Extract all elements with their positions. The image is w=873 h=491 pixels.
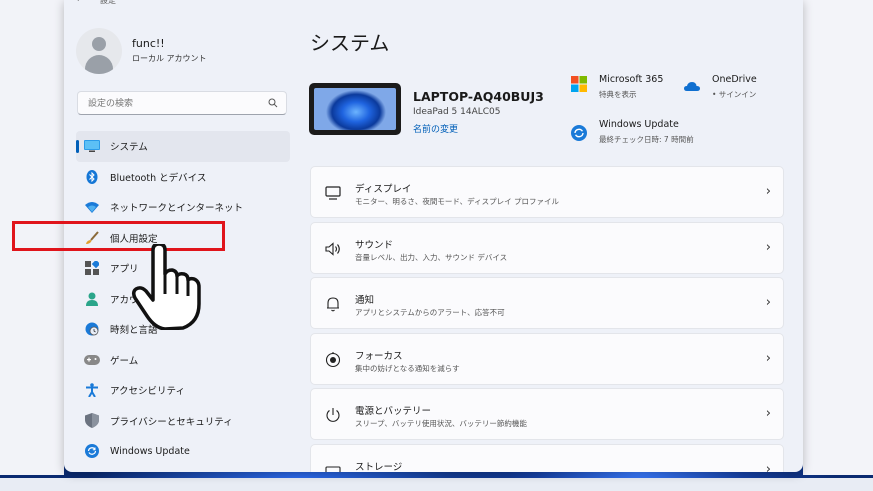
sidebar-item-windows-update[interactable]: Windows Update <box>76 436 290 467</box>
card-title: サウンド <box>355 239 394 251</box>
focus-icon <box>325 351 341 367</box>
card-display[interactable]: ディスプレイ モニター、明るさ、夜間モード、ディスプレイ プロファイル › <box>310 166 784 218</box>
quick-link-title: Windows Update <box>599 119 679 130</box>
card-focus[interactable]: フォーカス 集中の妨げとなる通知を減らす › <box>310 332 784 385</box>
window-title: 設定 <box>100 0 116 5</box>
sidebar-item-gaming[interactable]: ゲーム <box>76 345 290 376</box>
pointing-hand-icon <box>131 244 201 330</box>
chevron-right-icon: › <box>765 406 771 421</box>
display-icon <box>325 186 341 200</box>
device-thumbnail <box>309 83 401 135</box>
sidebar-item-label: ゲーム <box>110 355 139 367</box>
sidebar-item-label: アクセシビリティ <box>110 386 185 398</box>
sidebar-item-privacy[interactable]: プライバシーとセキュリティ <box>76 406 290 437</box>
avatar-head <box>92 37 106 51</box>
microsoft-logo-icon <box>571 76 587 92</box>
quick-link-onedrive[interactable]: OneDrive • サインイン <box>684 74 784 102</box>
accessibility-icon <box>84 382 100 398</box>
card-title: ディスプレイ <box>355 184 412 195</box>
card-subtitle: モニター、明るさ、夜間モード、ディスプレイ プロファイル <box>355 197 559 206</box>
search-icon[interactable] <box>268 98 278 108</box>
card-subtitle: 音量レベル、出力、入力、サウンド デバイス <box>355 252 508 262</box>
avatar-body <box>85 55 113 74</box>
storage-icon <box>325 465 341 472</box>
sidebar-item-system[interactable]: システム <box>76 131 290 162</box>
quick-link-subtitle: 特典を表示 <box>599 90 637 99</box>
speaker-icon <box>325 241 340 256</box>
quick-link-microsoft365[interactable]: Microsoft 365 特典を表示 <box>571 74 671 102</box>
title-bar: ← 設定 <box>64 0 803 10</box>
chevron-right-icon: › <box>765 295 771 310</box>
globe-clock-icon <box>84 321 100 337</box>
card-sound[interactable]: サウンド 音量レベル、出力、入力、サウンド デバイス › <box>310 221 784 274</box>
rename-link[interactable]: 名前の変更 <box>413 122 458 135</box>
card-title: 通知 <box>355 295 375 306</box>
quick-link-windows-update[interactable]: Windows Update 最終チェック日時: 7 時間前 <box>571 119 751 147</box>
bluetooth-icon <box>84 169 100 185</box>
chevron-right-icon: › <box>765 239 771 255</box>
card-power-battery[interactable]: 電源とバッテリー スリープ、バッテリ使用状況、バッテリー節約機能 › <box>310 388 784 440</box>
onedrive-cloud-icon <box>684 82 700 91</box>
device-wallpaper-preview <box>314 88 396 130</box>
background-window-right <box>803 0 873 475</box>
quick-link-subtitle: • サインイン <box>712 90 757 99</box>
device-model: IdeaPad 5 14ALC05 <box>413 107 501 117</box>
sidebar-item-label: プライバシーとセキュリティ <box>110 416 233 428</box>
taskbar[interactable] <box>0 478 873 491</box>
search-box[interactable] <box>77 91 287 115</box>
card-storage[interactable]: ストレージ › <box>310 443 784 473</box>
avatar[interactable] <box>76 28 122 74</box>
card-title: ストレージ <box>355 461 403 473</box>
sidebar-item-network[interactable]: ネットワークとインターネット <box>76 192 290 223</box>
card-subtitle: 集中の妨げとなる通知を減らす <box>355 363 460 373</box>
accounts-icon <box>84 291 100 307</box>
update-icon <box>571 125 587 141</box>
card-title: フォーカス <box>355 350 403 362</box>
chevron-right-icon: › <box>765 184 771 199</box>
sidebar-item-bluetooth[interactable]: Bluetooth とデバイス <box>76 162 290 193</box>
page-title: システム <box>310 31 390 55</box>
account-type: ローカル アカウント <box>132 54 207 63</box>
sidebar-item-label: Bluetooth とデバイス <box>110 172 207 184</box>
card-notifications[interactable]: 通知 アプリとシステムからのアラート、応答不可 › <box>310 277 784 329</box>
search-input[interactable] <box>86 95 260 113</box>
quick-link-title: Microsoft 365 <box>599 74 664 85</box>
gamepad-icon <box>84 352 100 368</box>
power-icon <box>326 408 340 422</box>
wifi-icon <box>84 199 100 215</box>
bell-icon <box>327 297 339 312</box>
back-arrow-icon[interactable]: ← <box>76 0 84 5</box>
card-title: 電源とバッテリー <box>355 406 432 417</box>
quick-link-title: OneDrive <box>712 74 757 85</box>
chevron-right-icon: › <box>765 461 771 473</box>
quick-link-subtitle: 最終チェック日時: 7 時間前 <box>599 135 694 144</box>
apps-icon <box>84 260 100 276</box>
update-icon <box>84 443 100 459</box>
sidebar-item-label: システム <box>110 142 148 154</box>
chevron-right-icon: › <box>765 350 771 366</box>
device-name: LAPTOP-AQ40BUJ3 <box>413 89 544 104</box>
user-name: func!! <box>132 37 165 50</box>
system-icon <box>84 138 100 154</box>
sidebar-item-label: Windows Update <box>110 445 190 457</box>
card-subtitle: アプリとシステムからのアラート、応答不可 <box>355 308 505 317</box>
shield-icon <box>84 413 100 429</box>
card-subtitle: スリープ、バッテリ使用状況、バッテリー節約機能 <box>355 419 527 428</box>
sidebar-item-accessibility[interactable]: アクセシビリティ <box>76 375 290 406</box>
settings-card-list: ディスプレイ モニター、明るさ、夜間モード、ディスプレイ プロファイル › サウ… <box>310 166 784 472</box>
sidebar-item-label: ネットワークとインターネット <box>110 203 244 215</box>
